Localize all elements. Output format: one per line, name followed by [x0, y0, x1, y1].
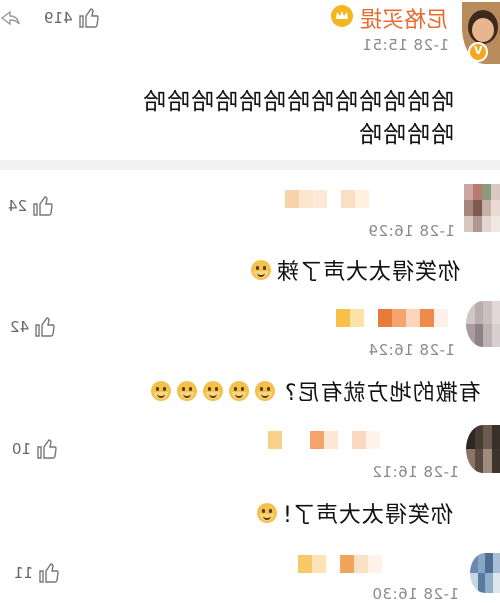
like-button[interactable]: 419 — [44, 6, 101, 30]
comment-timestamp: 1-28 16:29 — [368, 222, 456, 240]
reply-icon[interactable] — [0, 8, 20, 32]
comment-item: 11 1-28 16:30 — [0, 545, 500, 603]
author-name[interactable]: 尼格买提 — [360, 2, 448, 34]
comment-item: 24 1-28 16:29 你笑得太大声了辣 — [0, 170, 500, 295]
comment-like-count: 10 — [12, 440, 32, 458]
avatar[interactable] — [466, 301, 500, 347]
thumbs-up-icon — [31, 194, 55, 218]
comment-like-button[interactable]: 10 — [12, 437, 59, 461]
post-text-line-1: 哈哈哈哈哈哈哈哈哈哈哈哈哈 — [142, 89, 454, 115]
comment-text: 有撒的地方就有尼? — [284, 381, 481, 406]
vip-crown-icon — [330, 4, 354, 32]
comment-like-button[interactable]: 11 — [14, 561, 61, 585]
post-timestamp: 1-28 15:51 — [362, 36, 450, 54]
doge-emoji-icon — [177, 381, 197, 401]
verified-badge-icon: V — [468, 42, 488, 62]
comment-item: 10 1-28 16:12 你笑得太大声了! — [0, 425, 500, 545]
comment-item: 42 1-28 16:24 有撒的地方就有尼? — [0, 295, 500, 425]
thumbs-up-icon — [35, 437, 59, 461]
doge-emoji-icon — [229, 381, 249, 401]
doge-emoji-icon — [203, 381, 223, 401]
post-text-line-2: 哈哈哈哈 — [358, 122, 454, 148]
comment-like-button[interactable]: 42 — [10, 315, 57, 339]
doge-emoji-icon — [257, 503, 277, 523]
comment-timestamp: 1-28 16:12 — [372, 463, 460, 481]
avatar[interactable] — [464, 184, 500, 232]
doge-emoji-icon — [151, 381, 171, 401]
comment-like-count: 11 — [14, 564, 34, 582]
avatar[interactable] — [466, 425, 500, 473]
blurred-username — [336, 309, 448, 327]
like-count: 419 — [44, 9, 73, 27]
thumbs-up-icon — [77, 6, 101, 30]
doge-emoji-icon — [251, 260, 271, 280]
blurred-username — [298, 555, 382, 573]
avatar[interactable] — [470, 553, 500, 593]
thumbs-up-icon — [33, 315, 57, 339]
comment-text: 你笑得太大声了! — [282, 503, 453, 528]
comment-like-count: 24 — [8, 197, 28, 215]
blurred-username — [268, 431, 380, 449]
comment-timestamp: 1-28 16:24 — [368, 341, 456, 359]
section-divider — [0, 160, 500, 170]
comment-text: 你笑得太大声了辣 — [276, 260, 461, 285]
thumbs-up-icon — [37, 561, 61, 585]
comment-timestamp: 1-28 16:30 — [372, 585, 460, 603]
author-row: 尼格买提 — [330, 2, 448, 34]
doge-emoji-icon — [255, 381, 275, 401]
blurred-username — [285, 190, 369, 208]
top-post: 419 尼格买提 V 1-28 15:51 哈哈哈哈哈哈哈哈哈哈哈哈哈 哈哈哈哈 — [0, 0, 500, 160]
comment-like-count: 42 — [10, 318, 30, 336]
comment-like-button[interactable]: 24 — [8, 194, 55, 218]
